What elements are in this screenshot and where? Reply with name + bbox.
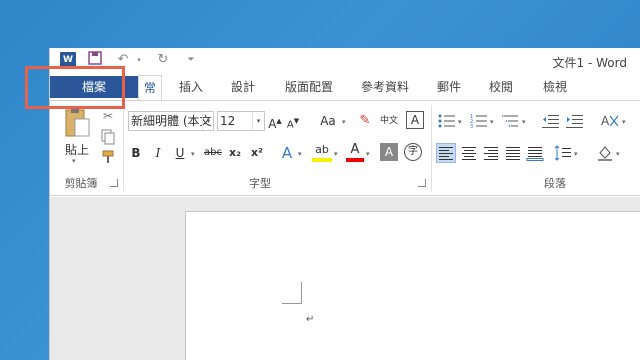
tab-mailings[interactable]: 郵件 [430,74,468,100]
tab-layout[interactable]: 版面配置 [278,74,340,100]
change-case-dropdown-icon[interactable]: ▾ [342,118,346,126]
multilevel-list-icon[interactable] [502,113,520,129]
shading-dropdown-icon[interactable]: ▾ [616,150,620,158]
shrink-font-button[interactable]: A▼ [286,110,300,132]
bullets-icon[interactable] [438,113,456,129]
paste-label[interactable]: 貼上 [62,141,92,157]
justify-icon[interactable] [504,144,522,162]
font-size-value: 12 [220,114,236,128]
undo-dropdown-icon[interactable]: ▾ [130,51,148,69]
superscript-button[interactable]: x² [248,142,266,164]
font-name-value: 新細明體 (本文 [131,114,212,128]
margin-corner-mark [282,282,302,304]
underline-button[interactable]: U [172,142,188,164]
font-color-icon: A [350,142,360,157]
paste-icon[interactable] [62,105,92,141]
document-page[interactable]: ↵ [185,211,640,360]
text-effects-dropdown-icon[interactable]: ▾ [298,150,302,158]
font-color-swatch [346,158,364,162]
svg-text:3: 3 [470,124,473,129]
bullets-dropdown-icon[interactable]: ▾ [458,118,462,126]
enclose-characters-button[interactable]: 字 [404,143,422,161]
format-painter-icon[interactable] [100,149,116,165]
file-tab-highlight [25,66,125,109]
highlight-dropdown-icon[interactable]: ▾ [334,150,338,158]
highlight-button[interactable]: ab [312,143,332,163]
font-color-button[interactable]: A [346,143,364,163]
tab-review[interactable]: 校閱 [482,74,520,100]
distributed-icon[interactable] [526,144,544,162]
numbering-icon[interactable]: 123 [470,113,488,130]
multilevel-dropdown-icon[interactable]: ▾ [522,118,526,126]
ribbon: 貼上 ▾ ✂ 剪貼簿 新細明體 (本文 ▾ 12 ▾ A▲ A▼ Aa ▾ ✎ … [50,100,640,196]
font-launcher-icon[interactable] [418,179,426,187]
customize-qat-icon[interactable]: ⏷ [182,51,200,69]
highlight-icon: ab [315,143,329,156]
tab-design[interactable]: 設計 [224,74,262,100]
numbering-dropdown-icon[interactable]: ▾ [490,118,494,126]
tab-insert[interactable]: 插入 [172,74,210,100]
decrease-indent-icon[interactable] [542,113,560,129]
phonetic-guide-button[interactable]: 中文 [376,110,402,132]
text-effects-button[interactable]: A [278,142,296,164]
phonetic-guide-icon: 中文 [379,116,398,126]
separator [431,105,432,191]
strikethrough-button[interactable]: abc [202,142,224,164]
font-group-label: 字型 [249,177,271,190]
word-window: W ↶ ▾ ↻ ⏷ 文件1 - Word 檔案 常用 插入 設計 版面配置 參考… [49,48,640,360]
italic-button[interactable]: I [150,142,166,164]
shading-icon[interactable] [596,144,614,162]
copy-icon[interactable] [100,129,116,145]
character-shading-button[interactable]: A [380,143,398,161]
subscript-button[interactable]: x₂ [226,142,244,164]
grow-font-button[interactable]: A▲ [268,110,282,132]
line-spacing-icon[interactable] [554,144,572,162]
increase-indent-icon[interactable] [566,113,584,129]
tab-view[interactable]: 檢視 [536,74,574,100]
tab-home[interactable]: 常用 [138,75,162,119]
highlight-swatch [312,158,332,162]
character-border-button[interactable]: A [406,111,424,129]
paragraph-mark-icon: ↵ [306,314,315,325]
clipboard-group-label: 剪貼簿 [64,177,98,190]
character-border-icon: A [410,113,420,127]
change-case-icon: Aa [320,114,336,128]
svg-text:A: A [601,114,610,128]
line-spacing-dropdown-icon[interactable]: ▾ [574,150,578,158]
font-size-dropdown-icon[interactable]: ▾ [252,112,264,130]
shrink-font-icon: A [286,119,294,131]
paragraph-group-label: 段落 [544,177,566,190]
font-color-dropdown-icon[interactable]: ▾ [366,150,370,158]
clear-formatting-icon[interactable]: ✎ [356,110,374,132]
align-left-button[interactable] [436,143,456,163]
text-direction-dropdown-icon[interactable]: ▾ [622,118,626,126]
separator [123,105,124,191]
font-name-dropdown-icon[interactable]: ▾ [202,112,214,130]
redo-icon[interactable]: ↻ [154,51,172,69]
align-right-icon[interactable] [482,144,500,162]
bold-button[interactable]: B [128,142,144,164]
clipboard-launcher-icon[interactable] [110,179,118,187]
align-center-icon[interactable] [460,144,478,162]
window-title: 文件1 - Word [552,56,627,70]
text-direction-icon[interactable]: A [600,113,620,129]
title-bar: W ↶ ▾ ↻ ⏷ 文件1 - Word [50,48,640,74]
document-area: ↵ [50,197,640,360]
change-case-button[interactable]: Aa [316,110,340,132]
paste-dropdown-icon[interactable]: ▾ [72,157,76,165]
underline-dropdown-icon[interactable]: ▾ [191,150,195,158]
tab-references[interactable]: 參考資料 [354,74,416,100]
